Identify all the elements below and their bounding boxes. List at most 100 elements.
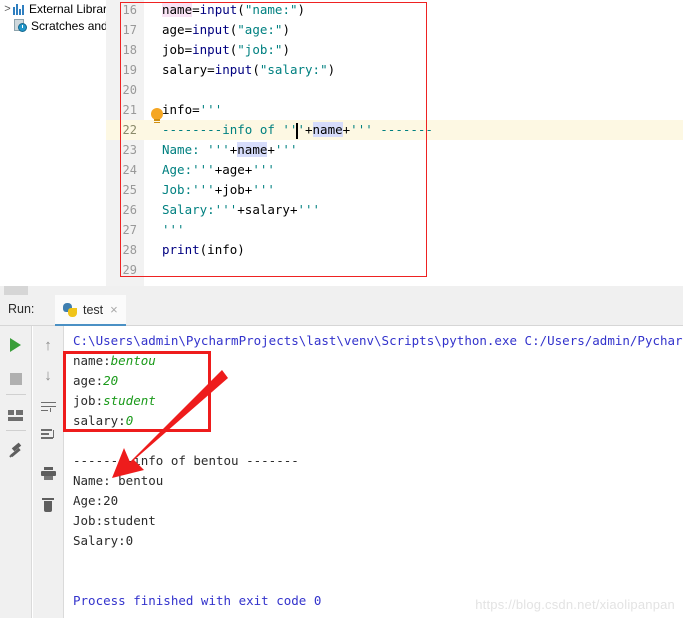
code-line[interactable]: Job:'''+job+''' xyxy=(144,180,683,200)
code-token: salary xyxy=(244,202,290,217)
editor-strip-block xyxy=(4,286,28,295)
code-token: input xyxy=(214,62,253,77)
editor-gutter[interactable]: 16 17 18 19 20 21 22 23 24 25 26 27 28 29 xyxy=(106,0,144,286)
prev-occurrence-button[interactable]: ↑ xyxy=(33,332,63,358)
console-text: student xyxy=(103,393,156,408)
clear-all-button[interactable] xyxy=(33,492,63,518)
code-token: "name:" xyxy=(244,2,298,17)
run-header: Run: test × xyxy=(0,295,683,326)
code-line[interactable]: name=input("name:") xyxy=(144,0,683,20)
soft-wrap-icon xyxy=(40,401,56,413)
line-number: 24 xyxy=(122,163,137,177)
code-token: age xyxy=(162,22,185,37)
code-line[interactable]: Salary:'''+salary+''' xyxy=(144,200,683,220)
run-tool-window: Run: test × ↑ ↓ C:\Users\admin\PycharmPr… xyxy=(0,295,683,618)
layout-button[interactable] xyxy=(0,402,31,428)
watermark-text: https://blog.csdn.net/xiaolipanpan xyxy=(475,597,675,612)
code-token: Name: ''' xyxy=(162,142,230,157)
console-text: Salary:0 xyxy=(73,533,134,548)
editor-region: > External Libraries Scratches and Conso… xyxy=(0,0,683,286)
console-text: bentou xyxy=(110,353,156,368)
line-number: 29 xyxy=(122,263,137,277)
code-token: ) xyxy=(327,62,336,77)
pin-icon xyxy=(8,442,23,458)
code-line[interactable]: Age:'''+age+''' xyxy=(144,160,683,180)
console-line: Age:20 xyxy=(73,491,683,511)
tree-item-label-external: External Libraries xyxy=(29,1,106,16)
code-token: info xyxy=(162,102,193,117)
console-line: job:student xyxy=(73,391,683,411)
code-token: ''' xyxy=(162,222,185,237)
project-tree-panel[interactable]: > External Libraries Scratches and Conso… xyxy=(0,0,106,286)
pin-tab-button[interactable] xyxy=(0,438,31,464)
line-number: 23 xyxy=(122,143,137,157)
scroll-to-end-button[interactable] xyxy=(33,422,63,448)
code-token: "age:" xyxy=(237,22,283,37)
code-token: Salary:''' xyxy=(162,202,238,217)
line-number: 20 xyxy=(122,83,137,97)
code-line[interactable]: age=input("age:") xyxy=(144,20,683,40)
pycharm-window: > External Libraries Scratches and Conso… xyxy=(0,0,683,618)
code-token: age xyxy=(222,162,245,177)
console-text: age: xyxy=(73,373,104,388)
code-line[interactable]: print(info) xyxy=(144,240,683,260)
run-toolbar-primary[interactable] xyxy=(0,326,32,618)
code-token: = xyxy=(184,22,193,37)
line-number-column: 16 17 18 19 20 21 22 23 24 25 26 27 28 29 xyxy=(106,0,144,280)
code-line[interactable]: Name: '''+name+''' xyxy=(144,140,683,160)
text-caret xyxy=(296,123,298,139)
code-token: job xyxy=(162,42,185,57)
console-text: --------info of bentou ------- xyxy=(73,453,299,468)
code-token: Age:''' xyxy=(162,162,215,177)
next-occurrence-button[interactable]: ↓ xyxy=(33,362,63,388)
run-label: Run: xyxy=(8,302,35,316)
code-token: ) xyxy=(282,22,290,37)
code-token: + xyxy=(267,142,275,157)
code-token: ''' xyxy=(297,202,321,217)
code-token: ( xyxy=(252,62,260,77)
code-token: ''' xyxy=(274,142,298,157)
code-token: + xyxy=(305,122,313,137)
line-number: 26 xyxy=(122,203,137,217)
stop-button[interactable] xyxy=(0,366,31,392)
console-text: Process finished with exit code 0 xyxy=(73,593,322,608)
code-token: Job:''' xyxy=(162,182,215,197)
close-icon[interactable]: × xyxy=(110,302,118,317)
console-text: C:\Users\admin\PycharmProjects\last\venv… xyxy=(73,333,683,348)
console-text: Job:student xyxy=(73,513,156,528)
lightbulb-icon[interactable] xyxy=(150,108,164,125)
tab-test[interactable]: test × xyxy=(55,295,126,326)
console-text: 0 xyxy=(125,413,134,428)
line-number: 27 xyxy=(122,223,137,237)
code-line[interactable]: info=''' xyxy=(144,100,683,120)
code-token: input xyxy=(199,2,238,17)
code-token: = xyxy=(184,42,193,57)
arrow-up-icon: ↑ xyxy=(44,336,52,354)
code-token: = xyxy=(207,62,215,77)
code-line[interactable] xyxy=(144,80,683,100)
code-line[interactable]: salary=input("salary:") xyxy=(144,60,683,80)
code-token: + xyxy=(237,202,245,217)
code-line[interactable] xyxy=(144,260,683,280)
console-line: --------info of bentou ------- xyxy=(73,451,683,471)
scroll-to-end-icon xyxy=(40,429,56,441)
print-button[interactable] xyxy=(33,460,63,486)
code-token: ( xyxy=(237,2,245,17)
code-line[interactable]: --------info of '''+name+''' ------- xyxy=(144,120,683,140)
code-line[interactable]: ''' xyxy=(144,220,683,240)
console-text: 20 xyxy=(103,373,119,388)
line-number: 19 xyxy=(122,63,137,77)
chevron-right-icon[interactable]: > xyxy=(2,3,13,15)
code-line[interactable]: job=input("job:") xyxy=(144,40,683,60)
run-toolbar-secondary[interactable]: ↑ ↓ xyxy=(33,326,64,618)
soft-wrap-button[interactable] xyxy=(33,394,63,420)
code-text-area[interactable]: name=input("name:") age=input("age:") job=… xyxy=(144,0,683,286)
console-output[interactable]: C:\Users\admin\PycharmProjects\last\venv… xyxy=(65,326,683,618)
tree-item-external-libraries[interactable]: > External Libraries xyxy=(2,0,106,17)
console-text: Age:20 xyxy=(73,493,119,508)
rerun-button[interactable] xyxy=(0,332,31,358)
code-token: input xyxy=(192,42,230,57)
tree-item-scratches[interactable]: Scratches and Consoles xyxy=(14,17,106,34)
line-number: 22 xyxy=(106,120,144,140)
